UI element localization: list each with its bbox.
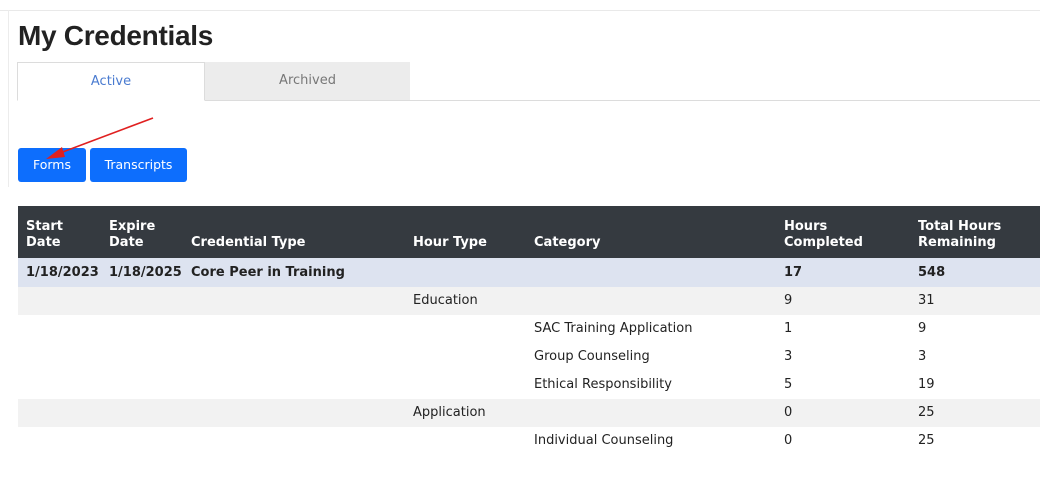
cell-hour-type xyxy=(405,371,526,399)
table-row: Application 0 25 xyxy=(18,399,1040,427)
table-row-credential[interactable]: 1/18/2023 1/18/2025 Core Peer in Trainin… xyxy=(18,258,1040,287)
cell-category: Group Counseling xyxy=(526,343,776,371)
cell-hour-type xyxy=(405,258,526,287)
col-start-date: Start Date xyxy=(18,206,101,258)
cell-hour-type xyxy=(405,343,526,371)
table-row: Group Counseling 3 3 xyxy=(18,343,1040,371)
table-row: Education 9 31 xyxy=(18,287,1040,315)
cell-credential-type xyxy=(183,315,405,343)
cell-hours-completed: 0 xyxy=(776,399,910,427)
cell-hours-remaining: 25 xyxy=(910,427,1040,455)
table-row: Ethical Responsibility 5 19 xyxy=(18,371,1040,399)
col-credential-type: Credential Type xyxy=(183,206,405,258)
cell-category: Ethical Responsibility xyxy=(526,371,776,399)
cell-start-date xyxy=(18,399,101,427)
cell-hours-remaining: 9 xyxy=(910,315,1040,343)
cell-expire-date xyxy=(101,371,183,399)
cell-credential-type xyxy=(183,343,405,371)
cell-credential-type xyxy=(183,427,405,455)
forms-button[interactable]: Forms xyxy=(18,148,86,182)
col-hour-type: Hour Type xyxy=(405,206,526,258)
cell-category: SAC Training Application xyxy=(526,315,776,343)
credentials-table: Start Date Expire Date Credential Type Ho… xyxy=(18,206,1040,455)
cell-credential-type xyxy=(183,399,405,427)
cell-hours-completed: 1 xyxy=(776,315,910,343)
cell-hours-completed: 5 xyxy=(776,371,910,399)
tab-archived[interactable]: Archived xyxy=(205,62,410,100)
cell-credential-type xyxy=(183,287,405,315)
col-hours-completed: Hours Completed xyxy=(776,206,910,258)
cell-hour-type: Education xyxy=(405,287,526,315)
col-category: Category xyxy=(526,206,776,258)
cell-start-date xyxy=(18,287,101,315)
cell-hour-type xyxy=(405,427,526,455)
cell-hours-completed: 9 xyxy=(776,287,910,315)
page-title: My Credentials xyxy=(18,20,213,51)
col-expire-date: Expire Date xyxy=(101,206,183,258)
cell-credential-type xyxy=(183,371,405,399)
table-row: SAC Training Application 1 9 xyxy=(18,315,1040,343)
cell-category xyxy=(526,287,776,315)
cell-expire-date xyxy=(101,427,183,455)
cell-start-date xyxy=(18,315,101,343)
cell-hour-type: Application xyxy=(405,399,526,427)
cell-category: Individual Counseling xyxy=(526,427,776,455)
cell-hours-completed: 17 xyxy=(776,258,910,287)
cell-start-date xyxy=(18,427,101,455)
cell-start-date xyxy=(18,371,101,399)
table-header-row: Start Date Expire Date Credential Type Ho… xyxy=(18,206,1040,258)
cell-hours-completed: 0 xyxy=(776,427,910,455)
cell-start-date: 1/18/2023 xyxy=(18,258,101,287)
cell-hours-remaining: 3 xyxy=(910,343,1040,371)
cell-hours-remaining: 19 xyxy=(910,371,1040,399)
cell-hour-type xyxy=(405,315,526,343)
cell-expire-date xyxy=(101,287,183,315)
table-row: Individual Counseling 0 25 xyxy=(18,427,1040,455)
cell-hours-completed: 3 xyxy=(776,343,910,371)
credential-tabs: Active Archived xyxy=(17,62,1040,101)
cell-expire-date xyxy=(101,315,183,343)
cell-hours-remaining: 25 xyxy=(910,399,1040,427)
top-divider xyxy=(0,10,1040,11)
cell-hours-remaining: 31 xyxy=(910,287,1040,315)
cell-credential-type: Core Peer in Training xyxy=(183,258,405,287)
left-divider xyxy=(8,10,9,187)
cell-expire-date xyxy=(101,399,183,427)
cell-expire-date xyxy=(101,343,183,371)
cell-hours-remaining: 548 xyxy=(910,258,1040,287)
cell-category xyxy=(526,399,776,427)
cell-category xyxy=(526,258,776,287)
transcripts-button[interactable]: Transcripts xyxy=(90,148,187,182)
col-total-hours-remaining: Total Hours Remaining xyxy=(910,206,1040,258)
tab-active[interactable]: Active xyxy=(17,62,205,101)
cell-expire-date: 1/18/2025 xyxy=(101,258,183,287)
cell-start-date xyxy=(18,343,101,371)
